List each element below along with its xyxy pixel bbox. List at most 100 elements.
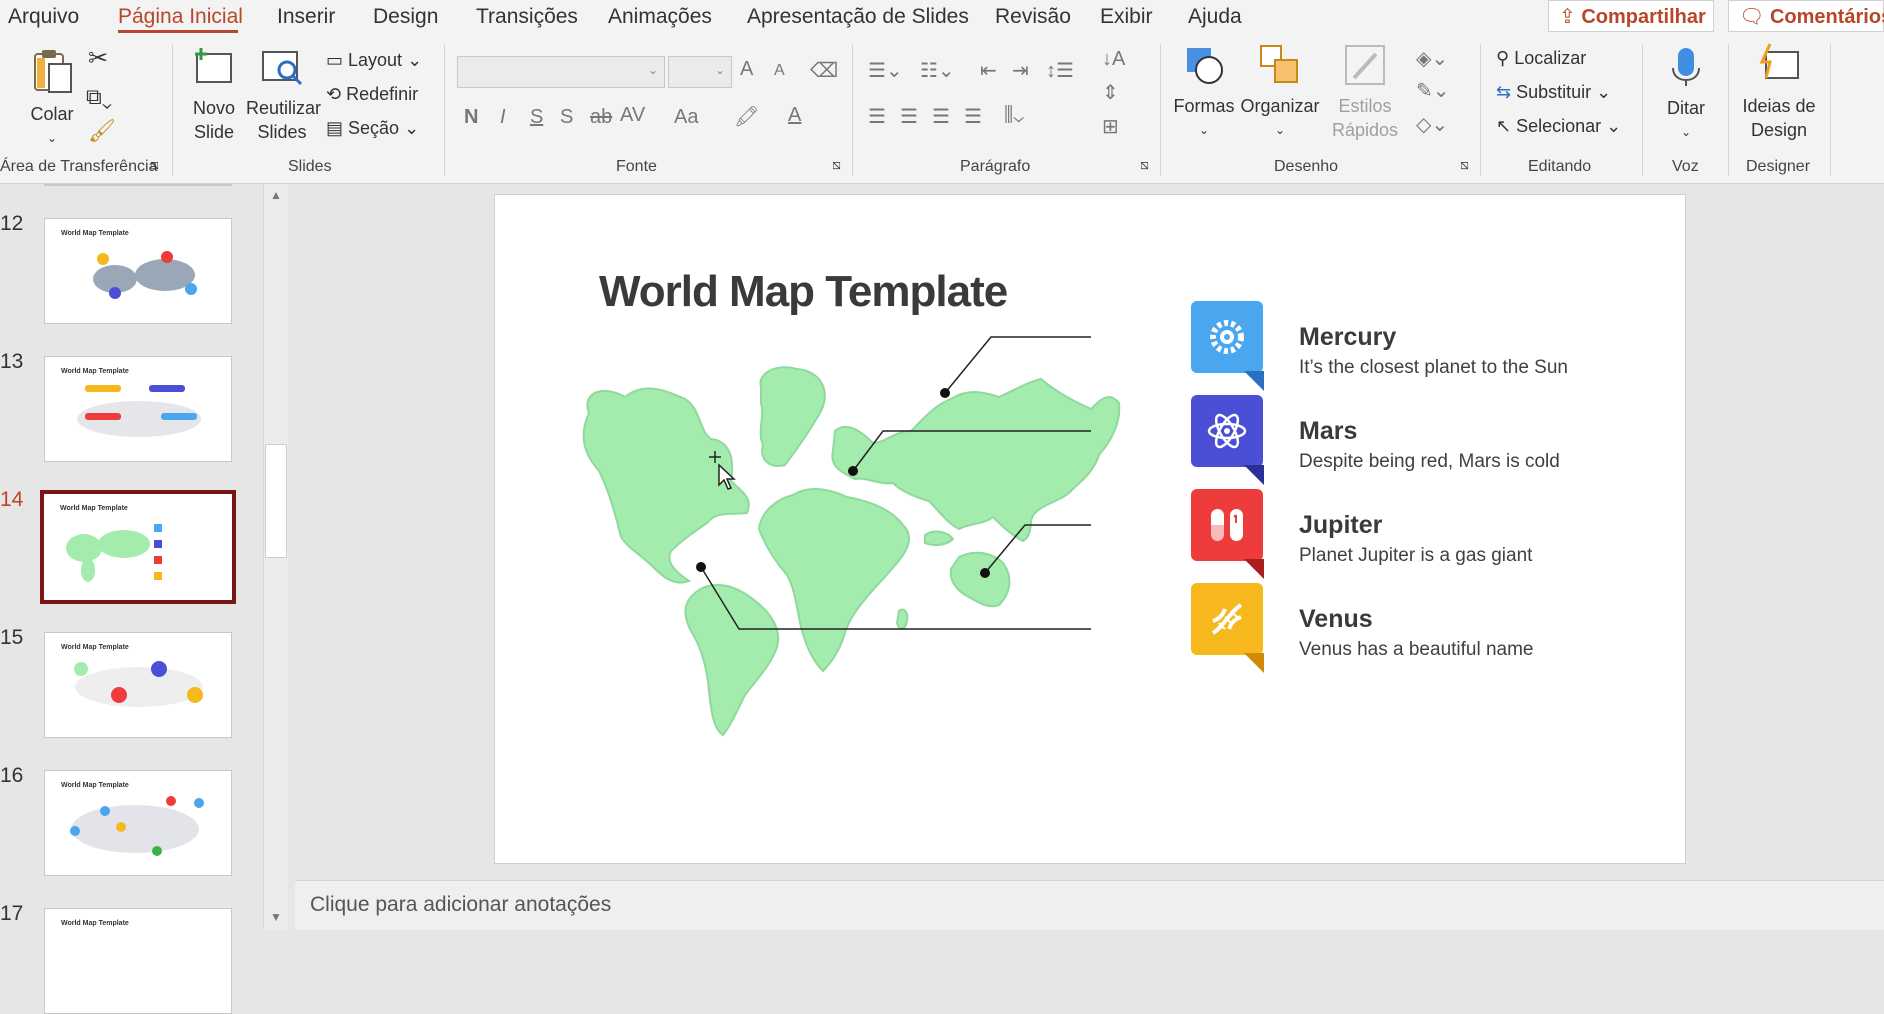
slide-thumbnail-12[interactable]: World Map Template [44,218,232,324]
font-size-combo[interactable]: ⌄ [668,56,732,88]
tab-ajuda[interactable]: Ajuda [1188,5,1242,29]
quick-styles-button[interactable]: Estilos Rápidos [1322,42,1408,142]
mercury-name[interactable]: Mercury [1299,323,1396,352]
scrollbar-thumb[interactable] [265,444,287,558]
change-case-button[interactable]: Aa [674,106,698,129]
tab-apresentacao[interactable]: Apresentação de Slides [747,5,969,29]
clear-format-icon[interactable]: ⌫ [810,58,838,83]
numbering-icon[interactable]: ☷⌄ [920,58,955,83]
design-ideas-button[interactable]: Ideias de Design [1740,42,1818,142]
venus-card[interactable] [1191,583,1264,673]
notes-placeholder: Clique para adicionar anotações [310,893,612,916]
jupiter-name[interactable]: Jupiter [1299,511,1382,540]
dialog-launcher-icon[interactable]: ⧅ [1460,156,1469,173]
shape-effects-icon[interactable]: ◇⌄ [1416,112,1448,137]
line-spacing-icon[interactable]: ↕☰ [1046,58,1074,83]
highlight-icon[interactable]: 🖍 [734,104,759,129]
copy-icon[interactable]: ⧉⌄ [86,84,112,110]
mercury-description[interactable]: It’s the closest planet to the Sun [1299,357,1568,379]
venus-name[interactable]: Venus [1299,605,1373,634]
select-button[interactable]: ↖ Selecionar ⌄ [1496,116,1621,137]
thumbnail-title: World Map Template [61,230,129,237]
align-text-icon[interactable]: ⇕ [1102,80,1119,105]
align-center-icon[interactable]: ☰ [900,104,918,129]
mars-card[interactable] [1191,395,1264,485]
venus-description[interactable]: Venus has a beautiful name [1299,639,1534,661]
grow-font-icon[interactable]: A [740,58,753,81]
slide-thumbnail-13[interactable]: World Map Template [44,356,232,462]
columns-icon[interactable]: ⫼⌄ [1004,104,1024,127]
cut-icon[interactable]: ✂ [88,44,108,73]
tab-transicoes[interactable]: Transições [476,5,578,29]
bold-button[interactable]: N [464,106,478,129]
thumbnail-title: World Map Template [61,920,129,927]
slide-canvas[interactable]: World Map Template Mercury It’s the clos… [494,194,1686,864]
divider [1160,44,1161,176]
layout-button[interactable]: ▭ Layout ⌄ [326,50,422,71]
underline-button[interactable]: S [530,106,543,129]
dialog-launcher-icon[interactable]: ⧅ [150,156,159,173]
shape-outline-icon[interactable]: ✎⌄ [1416,78,1450,103]
quick-styles-label: Estilos Rápidos [1331,96,1399,140]
divider [1728,44,1729,176]
world-map[interactable] [495,195,1687,865]
align-right-icon[interactable]: ☰ [932,104,950,129]
mercury-card[interactable] [1191,301,1264,391]
shape-fill-icon[interactable]: ◈⌄ [1416,46,1448,71]
strikethrough-button[interactable]: ab [590,106,612,129]
jupiter-description[interactable]: Planet Jupiter is a gas giant [1299,545,1532,567]
designer-group-label: Designer [1746,158,1811,175]
scroll-down-icon[interactable]: ▼ [270,910,282,924]
dialog-launcher-icon[interactable]: ⧅ [1140,156,1149,173]
format-painter-icon[interactable]: 🖌 [88,118,116,144]
section-button[interactable]: ▤ Seção ⌄ [326,118,419,139]
shadow-button[interactable]: S [560,106,573,129]
mars-name[interactable]: Mars [1299,417,1357,446]
slide-thumbnail-14[interactable]: World Map Template [40,490,236,604]
char-spacing-button[interactable]: AV [620,104,645,127]
notes-pane[interactable]: Clique para adicionar anotações [295,880,1884,930]
tab-animacoes[interactable]: Animações [608,5,712,29]
align-left-icon[interactable]: ☰ [868,104,886,129]
tab-inserir[interactable]: Inserir [277,5,335,29]
reset-button[interactable]: ⟲ Redefinir [326,84,418,105]
search-icon: ⚲ [1496,48,1515,68]
tab-pagina-inicial[interactable]: Página Inicial [118,5,243,29]
tab-exibir[interactable]: Exibir [1100,5,1153,29]
find-button[interactable]: ⚲ Localizar [1496,48,1586,69]
increase-indent-icon[interactable]: ⇥ [1012,58,1029,83]
slides-group-label: Slides [288,158,332,175]
tab-revisao[interactable]: Revisão [995,5,1071,29]
reuse-slides-button[interactable]: Reutilizar Slides [246,44,321,144]
paste-button[interactable]: Colar ⌄ [22,48,82,150]
divider [1830,44,1831,176]
tab-design[interactable]: Design [373,5,438,29]
slide-thumbnail-17[interactable]: World Map Template [44,908,232,1014]
slide-thumbnail-15[interactable]: World Map Template [44,632,232,738]
jupiter-card[interactable] [1191,489,1264,579]
font-color-button[interactable]: A [788,104,801,127]
thumbnail-edge [44,184,232,186]
smartart-icon[interactable]: ⊞ [1102,114,1119,139]
divider [852,44,853,176]
slide-thumbnail-16[interactable]: World Map Template [44,770,232,876]
italic-button[interactable]: I [500,106,506,129]
share-button[interactable]: ⇪ Compartilhar [1548,0,1714,32]
paste-label: Colar [30,104,74,124]
text-direction-icon[interactable]: ↓A [1102,48,1125,71]
comments-button[interactable]: 🗨 Comentários [1728,0,1884,32]
tab-arquivo[interactable]: Arquivo [8,5,79,29]
justify-icon[interactable]: ☰ [964,104,982,129]
arrange-button[interactable]: Organizar ⌄ [1240,42,1320,142]
scroll-up-icon[interactable]: ▲ [270,188,282,202]
replace-button[interactable]: ⇆ Substituir ⌄ [1496,82,1611,103]
new-slide-button[interactable]: Novo Slide [184,44,244,144]
mars-description[interactable]: Despite being red, Mars is cold [1299,451,1560,473]
font-family-combo[interactable]: ⌄ [457,56,665,88]
shapes-button[interactable]: Formas ⌄ [1172,42,1236,142]
decrease-indent-icon[interactable]: ⇤ [980,58,997,83]
bullets-icon[interactable]: ☰⌄ [868,58,903,83]
dialog-launcher-icon[interactable]: ⧅ [832,156,841,173]
shrink-font-icon[interactable]: A [774,62,785,80]
dictate-button[interactable]: Ditar ⌄ [1656,44,1716,144]
